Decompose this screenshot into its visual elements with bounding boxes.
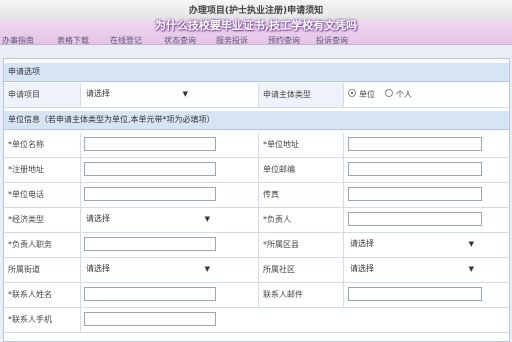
- radio-person-label: 个人: [396, 90, 412, 99]
- contact-name-label: *联系人姓名: [8, 290, 52, 299]
- econ-type-label: *经济类型: [8, 215, 44, 224]
- fax-input[interactable]: [348, 187, 482, 201]
- form-row: 所属街道 请选择 ▼ 所属社区 请选择 ▼: [4, 258, 509, 283]
- tab-appointment[interactable]: 预约查询: [268, 35, 300, 46]
- applicant-type-label: 申请主体类型: [259, 83, 343, 107]
- apply-item-select[interactable]: 请选择 ▼: [86, 87, 190, 101]
- dropdown-arrow-icon: ▼: [204, 215, 210, 223]
- contact-name-input[interactable]: [84, 287, 216, 301]
- contact-email-input[interactable]: [348, 287, 482, 301]
- fax-label: 传真: [263, 190, 279, 199]
- unit-name-input[interactable]: [84, 137, 216, 151]
- application-form: 申请选项 申请项目 请选择 ▼ 申请主体类型 单位 个人 单位信息（若申请主体类型…: [3, 58, 510, 342]
- postcode-input[interactable]: [348, 162, 482, 176]
- tab-download[interactable]: 表格下载: [57, 35, 89, 46]
- reg-address-input[interactable]: [84, 162, 216, 176]
- tab-register[interactable]: 在线登记: [110, 35, 142, 46]
- contact-email-label: 联系人邮件: [263, 290, 303, 299]
- legal-rep-label: *负责人: [263, 215, 291, 224]
- unit-address-label: *单位地址: [263, 140, 299, 149]
- section-title: 申请选项: [8, 67, 40, 76]
- form-row: *注册地址 单位邮编: [4, 158, 509, 183]
- district-label: *所属区县: [263, 240, 299, 249]
- tab-complaint[interactable]: 服务投诉: [216, 35, 248, 46]
- radio-unit-label: 单位: [359, 90, 375, 99]
- radio-unit[interactable]: [348, 89, 356, 97]
- econ-type-select[interactable]: 请选择 ▼: [86, 212, 212, 226]
- form-row: *联系人姓名 联系人邮件: [4, 283, 509, 308]
- tab-status[interactable]: 状态查询: [164, 35, 196, 46]
- apply-item-label: 申请项目: [4, 83, 80, 107]
- tab-guide[interactable]: 办事指南: [2, 35, 34, 46]
- dropdown-arrow-icon: ▼: [204, 265, 210, 273]
- contact-mobile-label: *联系人手机: [8, 315, 52, 324]
- unit-address-input[interactable]: [348, 137, 482, 151]
- form-row: 申请项目 请选择 ▼ 申请主体类型 单位 个人: [4, 83, 509, 108]
- tab-complaint-query[interactable]: 投诉查询: [316, 35, 348, 46]
- section-unit-info: 单位信息（若申请主体类型为单位,本单元带*项为必填项）: [4, 111, 509, 130]
- dropdown-arrow-icon: ▼: [468, 265, 474, 273]
- select-value: 请选择: [350, 239, 374, 248]
- select-value: 请选择: [86, 264, 110, 273]
- rep-title-label: *负责人职务: [8, 240, 52, 249]
- page: 办理项目(护士执业注册)申请须知 办事指南 表格下载 在线登记 状态查询 服务投…: [0, 0, 512, 342]
- unit-phone-input[interactable]: [84, 187, 216, 201]
- postcode-label: 单位邮编: [263, 165, 295, 174]
- community-select[interactable]: 请选择 ▼: [350, 262, 476, 276]
- section-title: 单位信息（若申请主体类型为单位,本单元带*项为必填项）: [8, 115, 215, 124]
- street-label: 所属街道: [8, 265, 40, 274]
- select-value: 请选择: [86, 89, 110, 98]
- dropdown-arrow-icon: ▼: [468, 240, 474, 248]
- radio-person[interactable]: [385, 89, 393, 97]
- unit-name-label: *单位名称: [8, 140, 44, 149]
- contact-mobile-input[interactable]: [84, 312, 216, 326]
- rep-title-input[interactable]: [84, 237, 216, 251]
- form-row: *联系人手机: [4, 308, 509, 333]
- reg-address-label: *注册地址: [8, 165, 44, 174]
- select-value: 请选择: [350, 264, 374, 273]
- form-row: *单位名称 *单位地址: [4, 133, 509, 158]
- community-label: 所属社区: [263, 265, 295, 274]
- section-apply-options: 申请选项: [4, 63, 509, 82]
- legal-rep-input[interactable]: [348, 212, 482, 226]
- window-title: 办理项目(护士执业注册)申请须知: [188, 6, 324, 16]
- select-value: 请选择: [86, 214, 110, 223]
- street-select[interactable]: 请选择 ▼: [86, 262, 212, 276]
- form-row: *经济类型 请选择 ▼ *负责人: [4, 208, 509, 233]
- dropdown-arrow-icon: ▼: [182, 90, 188, 98]
- unit-phone-label: *单位电话: [8, 190, 44, 199]
- form-row: *负责人职务 *所属区县 请选择 ▼: [4, 233, 509, 258]
- overlay-caption: 为什么技校要毕业证书,技工学校有文凭吗: [154, 19, 358, 32]
- district-select[interactable]: 请选择 ▼: [350, 237, 476, 251]
- form-row: *单位电话 传真: [4, 183, 509, 208]
